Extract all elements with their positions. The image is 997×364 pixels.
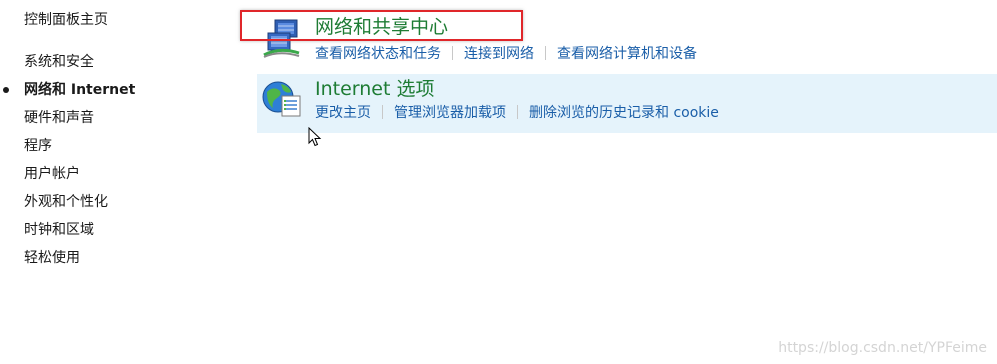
active-bullet-icon bbox=[3, 87, 9, 93]
sidebar-item-label: 硬件和声音 bbox=[24, 110, 94, 126]
sidebar-item-label: 轻松使用 bbox=[24, 250, 80, 266]
internet-options-title[interactable]: Internet 选项 bbox=[315, 77, 434, 101]
view-network-status-link[interactable]: 查看网络状态和任务 bbox=[315, 46, 441, 62]
manage-addons-link[interactable]: 管理浏览器加载项 bbox=[394, 105, 506, 121]
link-separator bbox=[382, 105, 383, 119]
link-separator bbox=[545, 46, 546, 60]
sidebar-item-label: 用户帐户 bbox=[24, 166, 80, 182]
sidebar-item-label: 网络和 Internet bbox=[24, 82, 136, 98]
sidebar-item-ease-of-access[interactable]: 轻松使用 bbox=[0, 249, 135, 277]
sidebar: 控制面板主页 系统和安全 网络和 Internet 硬件和声音 程序 用户帐户 … bbox=[0, 0, 240, 364]
sidebar-item-network-internet[interactable]: 网络和 Internet bbox=[0, 81, 135, 109]
sidebar-item-user-accounts[interactable]: 用户帐户 bbox=[0, 165, 135, 193]
sidebar-item-label: 时钟和区域 bbox=[24, 222, 94, 238]
watermark-text: https://blog.csdn.net/YPFeime bbox=[778, 340, 987, 356]
internet-options-icon[interactable] bbox=[261, 78, 303, 120]
internet-options-links: 更改主页 管理浏览器加载项 删除浏览的历史记录和 cookie bbox=[315, 104, 719, 122]
sidebar-item-system-security[interactable]: 系统和安全 bbox=[0, 53, 135, 81]
link-separator bbox=[517, 105, 518, 119]
sidebar-item-label: 外观和个性化 bbox=[24, 194, 108, 210]
sidebar-item-hardware-sound[interactable]: 硬件和声音 bbox=[0, 109, 135, 137]
sidebar-item-clock-region[interactable]: 时钟和区域 bbox=[0, 221, 135, 249]
sidebar-item-programs[interactable]: 程序 bbox=[0, 137, 135, 165]
sidebar-category-list: 系统和安全 网络和 Internet 硬件和声音 程序 用户帐户 外观和个性化 … bbox=[0, 53, 135, 277]
mouse-cursor-icon bbox=[308, 126, 322, 147]
sidebar-item-label: 系统和安全 bbox=[24, 54, 94, 70]
sidebar-home-link[interactable]: 控制面板主页 bbox=[24, 11, 108, 29]
sidebar-item-appearance[interactable]: 外观和个性化 bbox=[0, 193, 135, 221]
sidebar-item-label: 程序 bbox=[24, 138, 52, 154]
highlight-annotation-box bbox=[240, 10, 523, 41]
network-sharing-links: 查看网络状态和任务 连接到网络 查看网络计算机和设备 bbox=[315, 45, 697, 63]
link-separator bbox=[452, 46, 453, 60]
view-network-computers-link[interactable]: 查看网络计算机和设备 bbox=[557, 46, 697, 62]
delete-history-link[interactable]: 删除浏览的历史记录和 cookie bbox=[529, 105, 719, 121]
connect-to-network-link[interactable]: 连接到网络 bbox=[464, 46, 534, 62]
category-internet-options: Internet 选项 更改主页 管理浏览器加载项 删除浏览的历史记录和 cooki… bbox=[257, 74, 997, 133]
change-home-page-link[interactable]: 更改主页 bbox=[315, 105, 371, 121]
